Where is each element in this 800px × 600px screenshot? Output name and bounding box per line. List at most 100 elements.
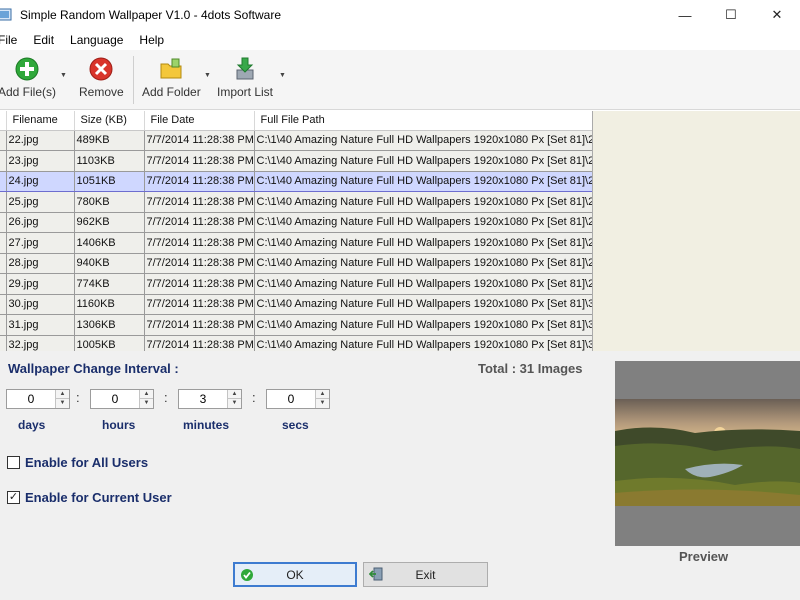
cell-filename[interactable]: 29.jpg [6, 273, 75, 295]
add-files-dropdown-icon[interactable]: ▼ [60, 72, 67, 79]
cell-file-date[interactable]: 7/7/2014 11:28:38 PM [144, 129, 255, 151]
add-folder-button[interactable]: Add Folder [142, 56, 201, 99]
table-row[interactable]: 24.jpg 1051KB 7/7/2014 11:28:38 PM C:\1\40 … [0, 170, 592, 192]
column-header-filename[interactable]: Filename [6, 111, 75, 131]
cell-full-path[interactable]: C:\1\40 Amazing Nature Full HD Wallpaper… [254, 150, 592, 172]
cell-filename[interactable]: 24.jpg [6, 170, 75, 192]
table-row[interactable]: 25.jpg 780KB 7/7/2014 11:28:38 PM C:\1\40 A… [0, 191, 592, 213]
cell-file-date[interactable]: 7/7/2014 11:28:38 PM [144, 232, 255, 254]
column-header-full-path[interactable]: Full File Path [254, 111, 592, 131]
days-value[interactable]: 0 [7, 390, 55, 408]
cell-file-date[interactable]: 7/7/2014 11:28:38 PM [144, 150, 255, 172]
cell-size[interactable]: 1005KB [74, 334, 145, 351]
cell-size[interactable]: 1306KB [74, 314, 145, 336]
cell-full-path[interactable]: C:\1\40 Amazing Nature Full HD Wallpaper… [254, 170, 592, 192]
import-list-dropdown-icon[interactable]: ▼ [279, 72, 286, 79]
cell-size[interactable]: 1160KB [74, 293, 145, 315]
table-row[interactable]: 22.jpg 489KB 7/7/2014 11:28:38 PM C:\1\40 A… [0, 129, 592, 151]
table-row[interactable]: 27.jpg 1406KB 7/7/2014 11:28:38 PM C:\1\40 … [0, 232, 592, 254]
remove-button[interactable]: Remove [79, 56, 124, 99]
menu-file[interactable]: File [0, 33, 25, 47]
column-header-file-date[interactable]: File Date [144, 111, 255, 131]
minutes-value[interactable]: 3 [179, 390, 227, 408]
cell-full-path[interactable]: C:\1\40 Amazing Nature Full HD Wallpaper… [254, 211, 592, 233]
add-folder-dropdown-icon[interactable]: ▼ [204, 72, 211, 79]
table-row[interactable]: 23.jpg 1103KB 7/7/2014 11:28:38 PM C:\1\40 … [0, 150, 592, 172]
enable-all-users-label[interactable]: Enable for All Users [25, 455, 148, 470]
cell-size[interactable]: 780KB [74, 191, 145, 213]
cell-full-path[interactable]: C:\1\40 Amazing Nature Full HD Wallpaper… [254, 191, 592, 213]
cell-file-date[interactable]: 7/7/2014 11:28:38 PM [144, 273, 255, 295]
file-grid[interactable]: Filename Size (KB) File Date Full File P… [0, 111, 593, 351]
secs-stepper[interactable]: 0 ▲ ▼ [266, 389, 330, 409]
hours-value[interactable]: 0 [91, 390, 139, 408]
cell-filename[interactable]: 23.jpg [6, 150, 75, 172]
table-row[interactable]: 30.jpg 1160KB 7/7/2014 11:28:38 PM C:\1\40 … [0, 293, 592, 315]
cell-size[interactable]: 940KB [74, 252, 145, 274]
cell-filename[interactable]: 28.jpg [6, 252, 75, 274]
cell-filename[interactable]: 32.jpg [6, 334, 75, 351]
secs-down-icon[interactable]: ▼ [316, 399, 329, 408]
cell-size[interactable]: 1103KB [74, 150, 145, 172]
cell-filename[interactable]: 25.jpg [6, 191, 75, 213]
cell-full-path[interactable]: C:\1\40 Amazing Nature Full HD Wallpaper… [254, 273, 592, 295]
enable-all-users-checkbox[interactable] [7, 456, 20, 469]
enable-current-user-option[interactable]: ✓ Enable for Current User [7, 490, 172, 505]
enable-current-user-label[interactable]: Enable for Current User [25, 490, 172, 505]
cell-full-path[interactable]: C:\1\40 Amazing Nature Full HD Wallpaper… [254, 314, 592, 336]
secs-up-icon[interactable]: ▲ [316, 390, 329, 399]
cell-full-path[interactable]: C:\1\40 Amazing Nature Full HD Wallpaper… [254, 293, 592, 315]
menu-language[interactable]: Language [62, 33, 131, 47]
cell-full-path[interactable]: C:\1\40 Amazing Nature Full HD Wallpaper… [254, 252, 592, 274]
cell-filename[interactable]: 31.jpg [6, 314, 75, 336]
minutes-stepper[interactable]: 3 ▲ ▼ [178, 389, 242, 409]
enable-all-users-option[interactable]: Enable for All Users [7, 455, 148, 470]
add-files-button[interactable]: Add File(s) [0, 56, 56, 99]
cell-filename[interactable]: 27.jpg [6, 232, 75, 254]
close-button[interactable]: ✕ [754, 0, 800, 30]
cell-file-date[interactable]: 7/7/2014 11:28:38 PM [144, 211, 255, 233]
menu-help[interactable]: Help [131, 33, 172, 47]
table-row[interactable]: 28.jpg 940KB 7/7/2014 11:28:38 PM C:\1\40 A… [0, 252, 592, 274]
cell-full-path[interactable]: C:\1\40 Amazing Nature Full HD Wallpaper… [254, 129, 592, 151]
minutes-label: minutes [183, 418, 230, 432]
hours-down-icon[interactable]: ▼ [140, 399, 153, 408]
table-row[interactable]: 32.jpg 1005KB 7/7/2014 11:28:38 PM C:\1\40 … [0, 334, 592, 351]
cell-filename[interactable]: 30.jpg [6, 293, 75, 315]
days-down-icon[interactable]: ▼ [56, 399, 69, 408]
menu-edit[interactable]: Edit [25, 33, 62, 47]
minutes-up-icon[interactable]: ▲ [228, 390, 241, 399]
exit-button[interactable]: Exit [363, 562, 488, 587]
days-up-icon[interactable]: ▲ [56, 390, 69, 399]
cell-filename[interactable]: 26.jpg [6, 211, 75, 233]
cell-size[interactable]: 489KB [74, 129, 145, 151]
maximize-button[interactable]: ☐ [708, 0, 754, 30]
cell-full-path[interactable]: C:\1\40 Amazing Nature Full HD Wallpaper… [254, 232, 592, 254]
column-header-size[interactable]: Size (KB) [74, 111, 145, 131]
cell-file-date[interactable]: 7/7/2014 11:28:38 PM [144, 191, 255, 213]
cell-file-date[interactable]: 7/7/2014 11:28:38 PM [144, 314, 255, 336]
import-list-button[interactable]: Import List [217, 56, 273, 99]
minimize-button[interactable]: — [662, 0, 708, 30]
cell-file-date[interactable]: 7/7/2014 11:28:38 PM [144, 252, 255, 274]
cell-file-date[interactable]: 7/7/2014 11:28:38 PM [144, 170, 255, 192]
table-row[interactable]: 31.jpg 1306KB 7/7/2014 11:28:38 PM C:\1\40 … [0, 314, 592, 336]
cell-filename[interactable]: 22.jpg [6, 129, 75, 151]
days-stepper[interactable]: 0 ▲ ▼ [6, 389, 70, 409]
minutes-down-icon[interactable]: ▼ [228, 399, 241, 408]
secs-value[interactable]: 0 [267, 390, 315, 408]
table-row[interactable]: 26.jpg 962KB 7/7/2014 11:28:38 PM C:\1\40 A… [0, 211, 592, 233]
cell-size[interactable]: 962KB [74, 211, 145, 233]
ok-button[interactable]: OK [233, 562, 357, 587]
hours-up-icon[interactable]: ▲ [140, 390, 153, 399]
cell-full-path[interactable]: C:\1\40 Amazing Nature Full HD Wallpaper… [254, 334, 592, 351]
cell-size[interactable]: 774KB [74, 273, 145, 295]
cell-file-date[interactable]: 7/7/2014 11:28:38 PM [144, 293, 255, 315]
cell-file-date[interactable]: 7/7/2014 11:28:38 PM [144, 334, 255, 351]
table-row[interactable]: 29.jpg 774KB 7/7/2014 11:28:38 PM C:\1\40 A… [0, 273, 592, 295]
cell-size[interactable]: 1051KB [74, 170, 145, 192]
hours-stepper[interactable]: 0 ▲ ▼ [90, 389, 154, 409]
cell-size[interactable]: 1406KB [74, 232, 145, 254]
enable-current-user-checkbox[interactable]: ✓ [7, 491, 20, 504]
preview-caption: Preview [679, 549, 729, 564]
